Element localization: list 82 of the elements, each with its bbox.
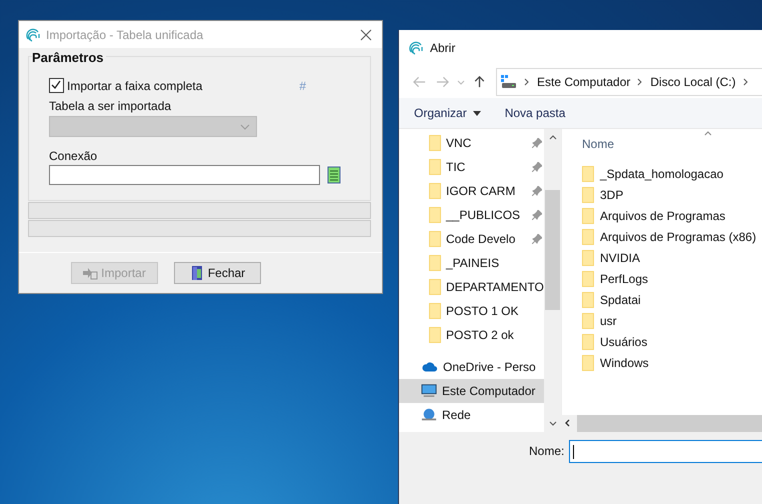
folder-item[interactable]: _Spdata_homologacao xyxy=(582,163,762,184)
close-icon[interactable] xyxy=(360,28,372,40)
folder-icon xyxy=(429,159,441,175)
chevron-icon[interactable] xyxy=(742,78,749,86)
folder-item[interactable]: Windows xyxy=(582,352,762,373)
folder-icon xyxy=(429,231,441,247)
caret-icon xyxy=(472,110,481,116)
checkbox[interactable] xyxy=(49,78,64,93)
folder-icon xyxy=(582,208,594,224)
scroll-left-icon[interactable] xyxy=(565,419,570,427)
folder-icon xyxy=(582,334,594,350)
field-label: Tabela a ser importada xyxy=(49,99,172,113)
field-label: Conexão xyxy=(49,149,98,163)
up-arrow-icon[interactable] xyxy=(473,76,486,88)
nav-item[interactable]: DEPARTAMENTO xyxy=(399,275,544,299)
cloud-icon xyxy=(422,360,438,374)
scroll-up-icon[interactable] xyxy=(548,135,556,140)
folder-item[interactable]: Arquivos de Programas (x86) xyxy=(582,226,762,247)
folder-icon xyxy=(582,250,594,266)
drive-icon xyxy=(501,75,517,89)
pin-icon xyxy=(532,138,542,148)
folder-icon xyxy=(582,270,594,286)
folder-icon xyxy=(582,292,594,308)
folder-item[interactable]: NVIDIA xyxy=(582,247,762,268)
nav-item[interactable]: IGOR CARM xyxy=(399,179,544,203)
folder-item[interactable]: Spdatai xyxy=(582,289,762,310)
close-button[interactable]: Fechar xyxy=(174,262,260,284)
window-title: Abrir xyxy=(430,41,456,55)
nav-item[interactable]: Este Computador xyxy=(399,379,544,403)
folder-icon xyxy=(429,135,441,151)
folder-item[interactable]: Usuários xyxy=(582,331,762,352)
folder-icon xyxy=(429,183,441,199)
pin-icon xyxy=(532,186,542,196)
folder-item[interactable]: PerfLogs xyxy=(582,268,762,289)
nav-item[interactable]: Code Develo xyxy=(399,227,544,251)
scroll-down-icon[interactable] xyxy=(548,421,556,426)
organize-menu[interactable]: Organizar xyxy=(414,106,481,120)
document-icon[interactable] xyxy=(327,166,341,184)
nav-item[interactable]: Rede xyxy=(399,403,544,427)
scrollbar-thumb[interactable] xyxy=(545,190,560,310)
folder-icon xyxy=(582,312,594,328)
folder-icon xyxy=(429,279,441,295)
monitor-icon xyxy=(421,384,437,398)
nav-item[interactable]: _PAINEIS xyxy=(399,251,544,275)
nav-item[interactable]: POSTO 2 ok xyxy=(399,323,544,347)
chevron-icon[interactable] xyxy=(637,78,644,86)
folder-item[interactable]: usr xyxy=(582,310,762,331)
pin-icon xyxy=(532,162,542,172)
column-header[interactable]: Nome xyxy=(582,137,614,151)
folder-icon xyxy=(582,354,594,370)
globe-icon xyxy=(421,408,437,422)
breadcrumb-item[interactable]: Este Computador xyxy=(537,75,630,89)
hash-mark: # xyxy=(299,78,306,92)
breadcrumb-item[interactable]: Disco Local (C:) xyxy=(650,75,736,89)
folder-icon xyxy=(429,207,441,223)
sort-caret-icon xyxy=(704,131,712,136)
vertical-scrollbar[interactable] xyxy=(544,129,561,432)
new-folder-button[interactable]: Nova pasta xyxy=(504,106,566,120)
folder-icon xyxy=(582,228,594,244)
checkbox-label: Importar a faixa completa xyxy=(67,78,202,92)
folder-item[interactable]: Arquivos de Programas xyxy=(582,205,762,226)
file-name-field[interactable] xyxy=(569,440,762,463)
nav-item[interactable]: POSTO 1 OK xyxy=(399,299,544,323)
folder-icon xyxy=(429,303,441,319)
connection-field[interactable] xyxy=(49,165,320,185)
pin-icon xyxy=(532,210,542,220)
folder-icon xyxy=(582,166,594,182)
field-label: Nome: xyxy=(529,444,564,458)
nav-item[interactable]: VNC xyxy=(399,131,544,155)
group-title: Parâmetros xyxy=(32,50,106,65)
nav-item[interactable]: OneDrive - Perso xyxy=(399,355,544,379)
nav-item[interactable]: __PUBLICOS xyxy=(399,203,544,227)
folder-icon xyxy=(429,327,441,343)
horizontal-scrollbar[interactable] xyxy=(560,415,762,432)
folder-icon xyxy=(429,255,441,271)
chevron-icon[interactable] xyxy=(524,78,530,86)
folder-icon xyxy=(582,186,594,202)
address-bar[interactable]: Este Computador Disco Local (C:) xyxy=(496,68,762,96)
nav-item[interactable]: TIC xyxy=(399,155,544,179)
folder-item[interactable]: 3DP xyxy=(582,184,762,205)
window-title: Importação - Tabela unificada xyxy=(46,28,204,42)
pin-icon xyxy=(532,234,542,244)
